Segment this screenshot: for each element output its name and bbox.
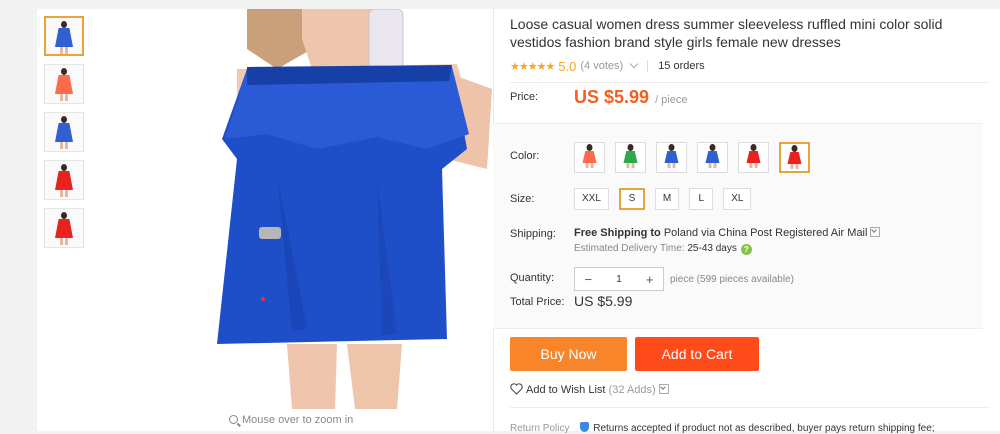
dress-figure <box>46 18 82 54</box>
delivery-days: 25-43 <box>687 243 713 254</box>
price-label: Price: <box>510 91 539 103</box>
thumbnail-5[interactable] <box>44 208 84 248</box>
color-swatch-3[interactable] <box>656 142 687 173</box>
size-option-m[interactable]: M <box>654 188 680 210</box>
shipping-label: Shipping: <box>510 228 556 240</box>
product-title: Loose casual women dress summer sleevele… <box>510 16 943 50</box>
thumbnail-1[interactable] <box>44 16 84 56</box>
zoom-hint: Mouse over to zoom in <box>229 414 353 426</box>
size-row: Size: XXL S M L XL <box>510 188 990 212</box>
color-swatch-6[interactable] <box>779 142 810 173</box>
free-shipping-text: Free Shipping to <box>574 227 661 239</box>
dress-photo <box>97 9 493 409</box>
color-swatch-1[interactable] <box>574 142 605 173</box>
return-policy-label: Return Policy <box>510 423 570 434</box>
dress-figure <box>698 143 727 169</box>
color-label: Color: <box>510 150 540 162</box>
color-swatch-2[interactable] <box>615 142 646 173</box>
magnifier-icon <box>229 415 238 424</box>
thumbnail-2[interactable] <box>44 64 84 104</box>
size-label: Size: <box>510 193 535 205</box>
rating-votes[interactable]: (4 votes) <box>580 60 623 72</box>
shipping-destination[interactable]: Poland via China Post Registered Air Mai… <box>664 227 868 239</box>
product-page: Mouse over to zoom in Loose casual women… <box>37 9 1000 434</box>
price-value: US $5.99 <box>574 87 650 107</box>
color-row: Color: <box>510 142 990 176</box>
color-swatch-5[interactable] <box>738 142 769 173</box>
thumbnail-3[interactable] <box>44 112 84 152</box>
heart-icon[interactable] <box>510 383 523 395</box>
action-buttons: Buy Now Add to Cart <box>510 337 990 371</box>
dress-figure <box>657 143 686 169</box>
product-details: Loose casual women dress summer sleevele… <box>493 9 990 434</box>
quantity-label: Quantity: <box>510 272 555 284</box>
order-count: 15 orders <box>658 60 705 72</box>
size-option-l[interactable]: L <box>689 188 714 210</box>
help-icon[interactable]: ? <box>740 244 752 255</box>
return-policy-text: Returns accepted if product not as descr… <box>593 423 935 434</box>
dress-figure <box>45 161 83 199</box>
total-value: US $5.99 <box>574 293 633 309</box>
quantity-stepper: − 1 + <box>574 267 664 291</box>
quantity-input[interactable]: 1 <box>602 274 637 285</box>
size-option-s[interactable]: S <box>618 188 645 210</box>
dress-figure <box>616 143 645 169</box>
price-row: Price: US $5.99 / piece <box>510 87 990 121</box>
dress-figure <box>575 143 604 169</box>
quantity-row: Quantity: − 1 + piece (599 pieces availa… <box>510 267 990 291</box>
wishlist-link[interactable]: Add to Wish List <box>526 384 605 396</box>
dress-figure <box>739 143 768 169</box>
size-options: XXL S M L XL <box>574 188 761 210</box>
available-pieces: piece (599 pieces available) <box>670 273 794 285</box>
buy-now-button[interactable]: Buy Now <box>510 337 627 371</box>
color-options <box>574 142 820 173</box>
return-policy-row: Return Policy Returns accepted if produc… <box>510 422 935 434</box>
days-word: days <box>715 243 737 254</box>
dropdown-icon[interactable] <box>658 384 669 394</box>
divider <box>510 82 990 83</box>
dropdown-icon[interactable] <box>870 227 881 237</box>
rating-stars: ★★★★★ <box>510 60 555 73</box>
rating-row: ★★★★★ 5.0 (4 votes) 15 orders <box>510 57 990 75</box>
total-label: Total Price: <box>510 296 565 308</box>
thumbnail-4[interactable] <box>44 160 84 200</box>
main-product-image[interactable] <box>97 9 493 409</box>
dress-figure <box>45 209 83 247</box>
delivery-label: Estimated Delivery Time: <box>574 243 685 254</box>
size-option-xl[interactable]: XL <box>723 188 752 210</box>
color-swatch-4[interactable] <box>697 142 728 173</box>
wishlist-row[interactable]: Add to Wish List (32 Adds) <box>510 383 669 396</box>
separator <box>647 60 649 72</box>
divider <box>510 407 990 408</box>
rating-score: 5.0 <box>558 58 577 74</box>
total-row: Total Price: US $5.99 <box>510 293 990 313</box>
wishlist-count: (32 Adds) <box>608 384 656 396</box>
dress-figure <box>781 144 808 170</box>
chevron-down-icon[interactable] <box>629 59 639 69</box>
dress-figure <box>45 65 83 103</box>
price-unit: / piece <box>655 94 688 106</box>
size-option-xxl[interactable]: XXL <box>574 188 609 210</box>
quantity-minus-button[interactable]: − <box>575 272 602 287</box>
quantity-plus-button[interactable]: + <box>636 272 663 287</box>
add-to-cart-button[interactable]: Add to Cart <box>635 337 759 371</box>
dress-figure <box>45 113 83 151</box>
shipping-row: Shipping: Free Shipping to Poland via Ch… <box>510 227 990 263</box>
thumbnail-strip <box>44 16 84 256</box>
